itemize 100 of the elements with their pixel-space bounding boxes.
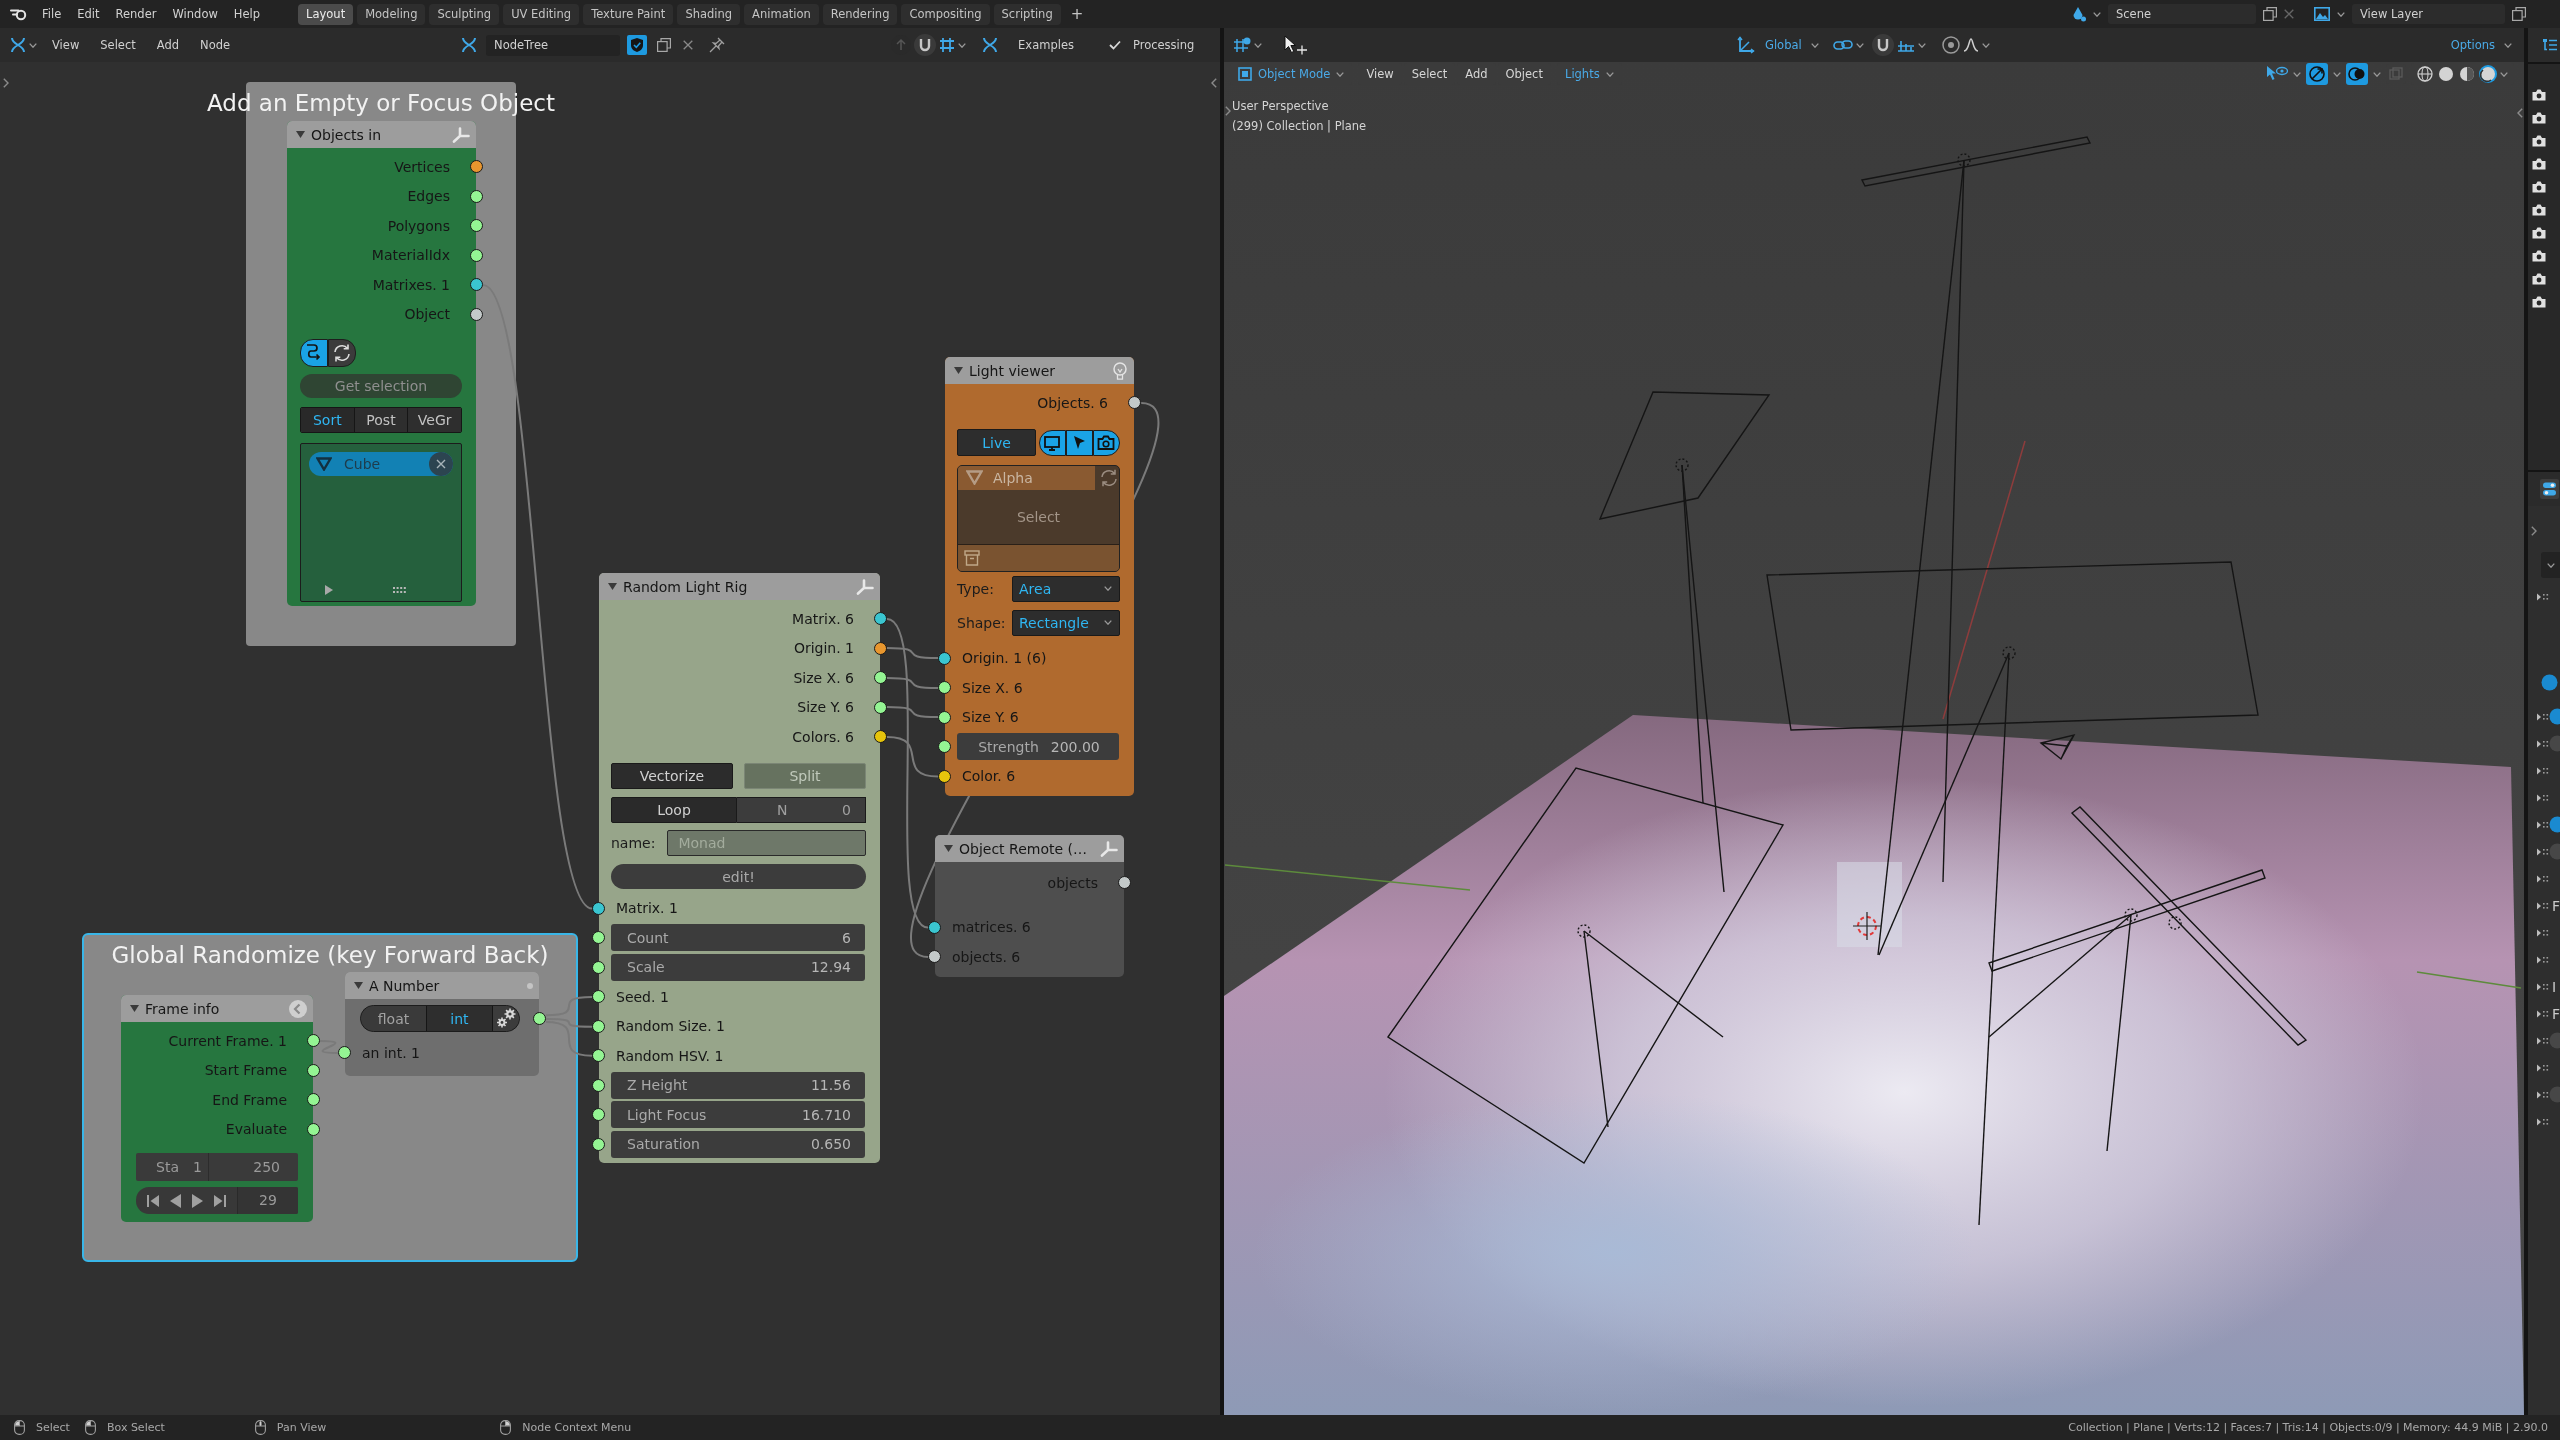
workspace-tab[interactable]: UV Editing xyxy=(503,3,580,25)
socket-icon[interactable] xyxy=(470,160,483,174)
camera-wireframe[interactable] xyxy=(2040,733,2076,760)
picture-icon[interactable] xyxy=(2314,7,2330,21)
menu-item[interactable]: Examples xyxy=(1009,38,1083,52)
orientation-dropdown[interactable]: Global xyxy=(1765,38,1802,52)
socket-icon[interactable] xyxy=(470,307,483,321)
caret-icon[interactable] xyxy=(1336,71,1345,77)
menu-item[interactable]: Render xyxy=(107,7,165,21)
socket-icon[interactable] xyxy=(592,1019,605,1033)
socket-icon[interactable] xyxy=(874,730,887,744)
crossed-curves-icon[interactable] xyxy=(982,37,999,53)
caret-icon[interactable] xyxy=(1254,42,1262,48)
socket-icon[interactable] xyxy=(470,278,483,292)
view-layer-field[interactable]: View Layer xyxy=(2352,4,2505,24)
camera-icon[interactable] xyxy=(2532,135,2546,147)
caret-icon[interactable] xyxy=(1104,620,1112,625)
camera-icon[interactable] xyxy=(2532,112,2546,124)
socket-icon[interactable] xyxy=(928,950,941,964)
jump-start-icon[interactable] xyxy=(147,1193,159,1208)
caret-icon[interactable] xyxy=(2093,11,2101,17)
socket-icon[interactable] xyxy=(1118,876,1131,890)
grid-icon[interactable] xyxy=(939,37,956,53)
loop-button[interactable]: Loop xyxy=(611,796,737,823)
triangle-grip-icon[interactable] xyxy=(2537,712,2549,721)
socket-icon[interactable] xyxy=(307,1122,320,1136)
checkbox-label[interactable]: Processing xyxy=(1123,38,1204,52)
socket-icon[interactable] xyxy=(592,960,605,974)
number-field[interactable]: Strength 200.00 xyxy=(957,733,1119,761)
workspace-tab[interactable]: Scripting xyxy=(993,3,1061,25)
close-icon[interactable] xyxy=(683,40,694,50)
triangle-grip-icon[interactable] xyxy=(2537,1117,2549,1126)
menu-item[interactable]: View xyxy=(43,38,89,52)
chevron-right-icon[interactable] xyxy=(3,78,9,88)
node-header[interactable]: Light viewer xyxy=(945,357,1134,384)
down-triangle-icon[interactable] xyxy=(608,583,617,590)
close-icon[interactable] xyxy=(429,452,453,476)
crosshair-icon[interactable] xyxy=(1852,911,1882,941)
socket-icon[interactable] xyxy=(470,189,483,203)
copy-icon[interactable] xyxy=(657,38,672,52)
node-header[interactable]: Random Light Rig xyxy=(599,573,880,600)
play-icon[interactable] xyxy=(192,1193,203,1208)
triangle-grip-icon[interactable] xyxy=(2537,955,2549,964)
menu-item[interactable]: Help xyxy=(225,7,269,21)
socket-icon[interactable] xyxy=(928,920,941,934)
node-link[interactable] xyxy=(546,994,592,1017)
arrow-eye-icon[interactable] xyxy=(2266,65,2288,83)
caret-icon[interactable] xyxy=(29,42,37,48)
number-field[interactable]: Z Height 11.56 xyxy=(611,1071,865,1099)
socket-icon[interactable] xyxy=(1128,396,1141,410)
node-panel[interactable]: Light viewer Objects. 6 Live Alpha Select Type: Area Shape: Rectangle Origin. 1 (6) Size X. 6 Size Y. 6 Strength 200.00 Color. 6 xyxy=(938,357,1141,796)
node-link[interactable] xyxy=(887,646,938,661)
crossed-curves-icon[interactable] xyxy=(461,37,478,53)
node-link[interactable] xyxy=(320,1038,338,1055)
menu-item[interactable]: Window xyxy=(164,7,226,21)
crossed-curves-icon[interactable] xyxy=(10,37,26,53)
magnet-icon[interactable] xyxy=(914,34,937,56)
toggles-icon[interactable] xyxy=(2540,479,2559,499)
chevron-left-icon[interactable] xyxy=(2517,108,2523,118)
caret-icon[interactable] xyxy=(2373,71,2381,77)
camera-icon[interactable] xyxy=(2532,250,2546,262)
triangle-grip-icon[interactable] xyxy=(2537,592,2549,601)
play-icon[interactable] xyxy=(325,585,333,595)
socket-icon[interactable] xyxy=(592,931,605,945)
node-header[interactable]: Object Remote (… xyxy=(935,835,1124,862)
down-triangle-icon[interactable] xyxy=(944,845,953,852)
triangle-grip-icon[interactable] xyxy=(2537,982,2549,991)
grid-dot-icon[interactable] xyxy=(1233,37,1251,53)
panel-title[interactable]: F xyxy=(2552,897,2560,914)
node-link[interactable] xyxy=(546,1020,592,1058)
list-icon[interactable] xyxy=(2542,38,2558,52)
node-header[interactable]: Frame info xyxy=(121,995,313,1022)
number-field[interactable]: Light Focus 16.710 xyxy=(611,1101,865,1129)
socket-icon[interactable] xyxy=(938,710,951,724)
menu-item[interactable]: Add xyxy=(147,38,189,52)
caret-icon[interactable] xyxy=(1605,71,1614,77)
node-link[interactable] xyxy=(887,616,928,930)
camera-icon[interactable] xyxy=(2532,89,2546,101)
number-field[interactable]: Scale 12.94 xyxy=(611,953,865,981)
check-icon[interactable] xyxy=(1108,40,1121,50)
socket-icon[interactable] xyxy=(307,1034,320,1048)
camera-icon[interactable] xyxy=(2532,181,2546,193)
camera-icon[interactable] xyxy=(2532,158,2546,170)
node-panel[interactable]: Object Remote (… objects matrices. 6 objects. 6 xyxy=(928,835,1131,977)
curved-arrow-icon[interactable] xyxy=(300,339,328,367)
workspace-tab[interactable]: Sculpting xyxy=(429,3,500,25)
workspace-tab[interactable]: Modeling xyxy=(357,3,426,25)
pin-icon[interactable] xyxy=(709,37,726,53)
number-field[interactable]: Count 6 xyxy=(611,924,865,952)
workspace-tab[interactable]: Shading xyxy=(677,3,741,25)
triangle-grip-icon[interactable] xyxy=(2537,847,2549,856)
magnet-icon[interactable] xyxy=(1871,34,1894,56)
droplet-icon[interactable] xyxy=(2072,6,2086,22)
scene-field[interactable]: Scene xyxy=(2108,4,2256,24)
socket-icon[interactable] xyxy=(592,1078,605,1092)
socket-icon[interactable] xyxy=(307,1063,320,1077)
segment-button[interactable]: VeGr xyxy=(408,408,461,432)
archive-icon[interactable] xyxy=(964,549,980,566)
refresh-icon[interactable] xyxy=(328,339,356,367)
workspace-tab[interactable]: Animation xyxy=(744,3,819,25)
